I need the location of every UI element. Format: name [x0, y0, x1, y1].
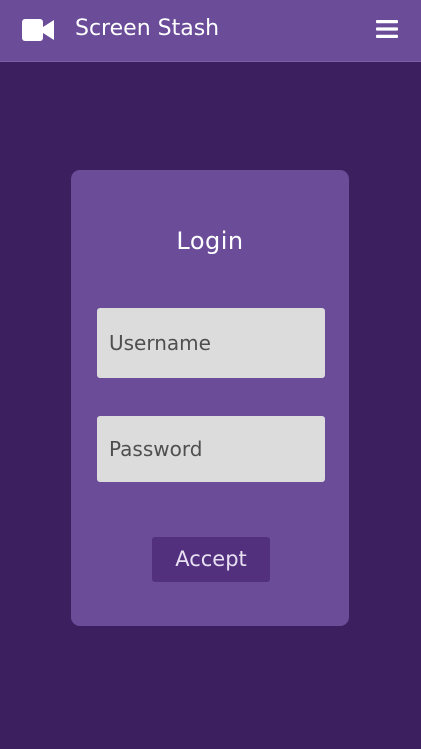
login-title: Login	[176, 227, 244, 255]
hamburger-menu-icon[interactable]	[376, 19, 398, 39]
top-app-bar: Screen Stash	[0, 0, 421, 62]
password-input[interactable]	[97, 416, 325, 482]
accept-button[interactable]: Accept	[152, 537, 270, 582]
login-card: Login Accept	[71, 170, 349, 626]
app-title: Screen Stash	[75, 16, 220, 41]
video-camera-icon	[22, 19, 54, 41]
username-input[interactable]	[97, 308, 325, 378]
